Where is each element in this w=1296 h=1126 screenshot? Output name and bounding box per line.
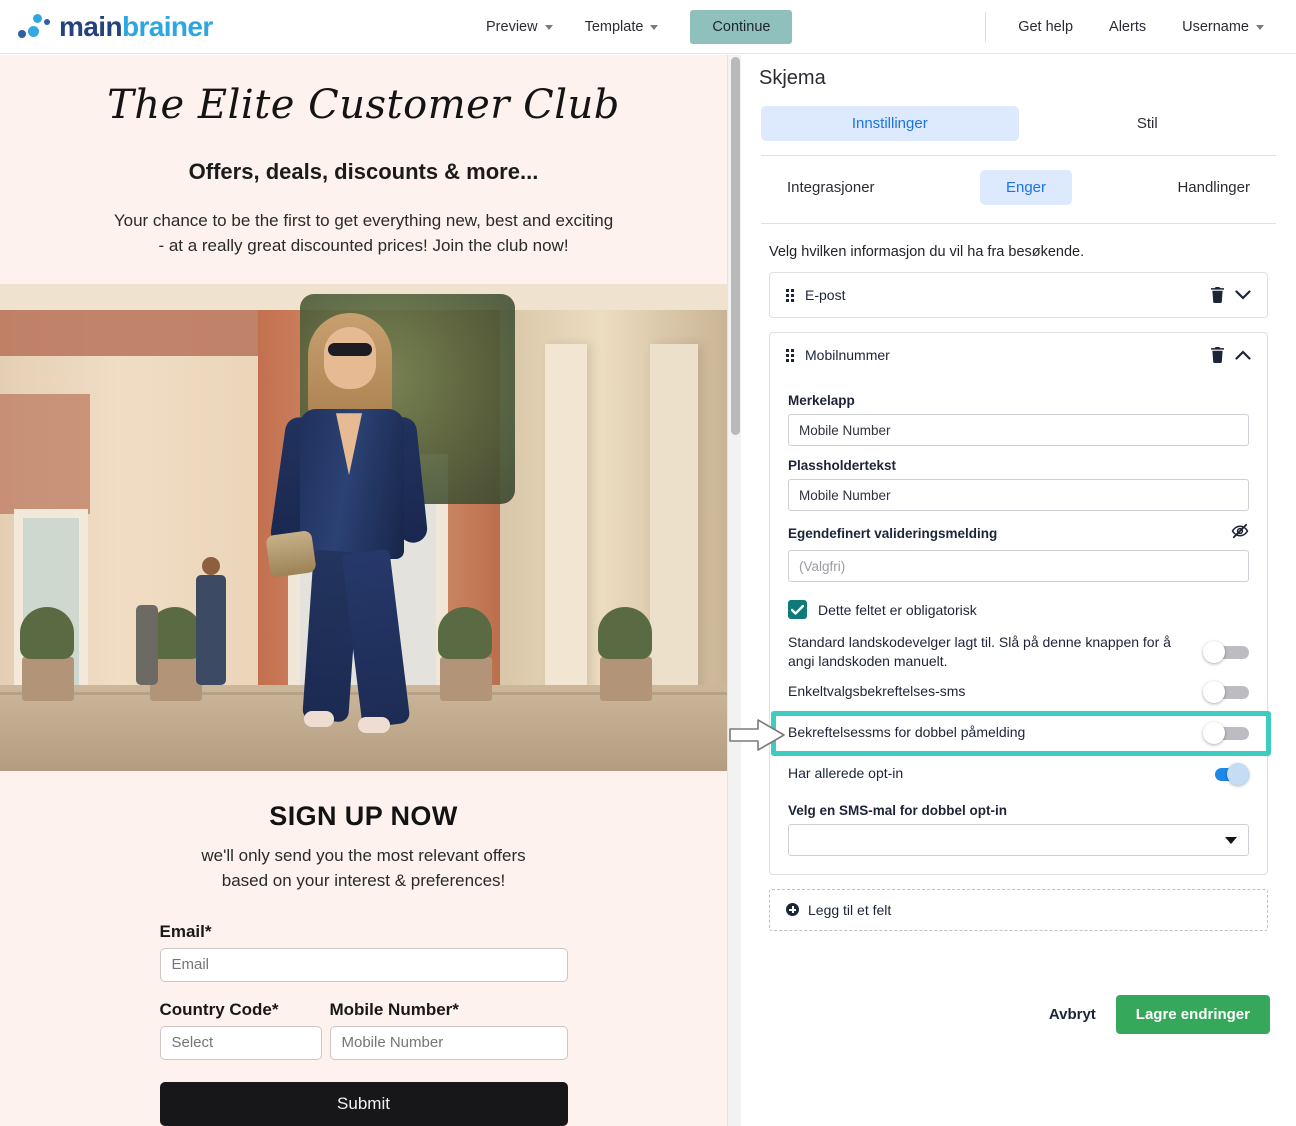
toggle-label-landskodevelger: Standard landskodevelger lagt til. Slå p… <box>788 634 1171 669</box>
drag-handle-icon[interactable] <box>786 288 794 302</box>
hero-section: The Elite Customer Club Offers, deals, d… <box>0 55 727 285</box>
logo-dots-icon <box>18 13 56 40</box>
toggle-label-enkeltvalg-sms: Enkeltvalgsbekreftelses-sms <box>788 683 966 700</box>
hero-title: The Elite Customer Club <box>107 82 620 128</box>
scrollbar-thumb[interactable] <box>731 57 740 435</box>
user-menu: Get help Alerts Username <box>985 0 1282 54</box>
main-tab-bar: Innstillinger Stil <box>761 106 1276 156</box>
toggle-label-dobbel-paamelding: Bekreftelsessms for dobbel påmelding <box>788 724 1026 741</box>
alerts-link[interactable]: Alerts <box>1091 0 1164 54</box>
hero-subtitle: Offers, deals, discounts & more... <box>188 159 539 184</box>
chevron-down-icon <box>544 24 553 30</box>
valideringsmelding-label: Egendefinert valideringsmelding <box>788 526 998 541</box>
menu-divider <box>985 12 987 42</box>
top-navigation-bar: mainbrainer Preview Template Continue Ge… <box>0 0 1296 54</box>
mainbrainer-logo[interactable]: mainbrainer <box>18 10 213 44</box>
continue-button[interactable]: Continue <box>690 10 793 44</box>
tab-integrasjoner[interactable]: Integrasjoner <box>761 170 901 205</box>
drag-handle-icon[interactable] <box>786 348 794 362</box>
get-help-link[interactable]: Get help <box>1000 0 1091 54</box>
toggle-har-allerede-optin[interactable] <box>1203 762 1249 785</box>
required-checkbox-row[interactable]: Dette feltet er obligatorisk <box>788 600 1249 619</box>
toggle-row-dobbel-paamelding: Bekreftelsessms for dobbel påmelding <box>788 713 1249 753</box>
menu-preview-label: Preview <box>486 19 538 35</box>
preview-email-label: Email* <box>159 921 212 941</box>
preview-mobile-number-input[interactable] <box>329 1025 568 1060</box>
preview-email-input[interactable] <box>159 947 568 982</box>
field-name-mobilnummer: Mobilnummer <box>805 347 890 363</box>
panel-footer-actions: Avbryt Lagre endringer <box>1029 995 1270 1034</box>
tab-stil[interactable]: Stil <box>1019 106 1277 141</box>
checkbox-checked-icon[interactable] <box>788 600 807 619</box>
plassholdertekst-label: Plassholdertekst <box>788 458 897 473</box>
hero-photo <box>0 284 727 772</box>
sms-mal-select[interactable] <box>788 823 1249 856</box>
landing-page-preview: The Elite Customer Club Offers, deals, d… <box>0 55 727 1126</box>
field-header-epost[interactable]: E-post <box>770 273 1267 317</box>
toggle-row-enkeltvalg-sms: Enkeltvalgsbekreftelses-sms <box>788 675 1249 709</box>
required-checkbox-label: Dette feltet er obligatorisk <box>818 601 977 618</box>
logo-text-main: main <box>59 10 123 42</box>
add-field-button[interactable]: Legg til et felt <box>769 888 1268 931</box>
toggle-label-har-allerede-optin: Har allerede opt-in <box>788 765 904 782</box>
panel-instruction: Velg hvilken informasjon du vil ha fra b… <box>769 244 1085 260</box>
plus-circle-icon <box>786 903 799 917</box>
menu-preview[interactable]: Preview <box>470 0 569 54</box>
merkelapp-input[interactable] <box>788 414 1249 446</box>
chevron-up-icon[interactable] <box>1235 349 1251 361</box>
trash-icon[interactable] <box>1210 347 1225 363</box>
preview-signup-form: Email* Country Code* Mobile Number* Subm… <box>159 921 568 1126</box>
signup-line-1: we'll only send you the most relevant of… <box>201 846 526 866</box>
signup-heading: SIGN UP NOW <box>269 801 458 832</box>
chevron-down-icon[interactable] <box>1235 289 1251 301</box>
panel-title: Skjema <box>759 67 826 89</box>
preview-country-code-label: Country Code* <box>159 999 279 1019</box>
field-card-mobilnummer: Mobilnummer Merkelapp Plassholdertekst E… <box>769 332 1268 875</box>
valideringsmelding-input[interactable] <box>788 550 1249 582</box>
main-menu: Preview Template Continue <box>470 0 793 54</box>
trash-icon[interactable] <box>1210 287 1225 303</box>
username-label: Username <box>1182 19 1249 35</box>
username-menu[interactable]: Username <box>1164 0 1282 54</box>
model-photo-subject <box>262 313 437 734</box>
form-settings-panel: Skjema Innstillinger Stil Integrasjoner … <box>741 55 1296 1126</box>
eye-slash-icon[interactable] <box>1231 523 1249 544</box>
save-changes-button[interactable]: Lagre endringer <box>1115 995 1270 1034</box>
add-field-label: Legg til et felt <box>808 901 892 918</box>
hero-body-line-1: Your chance to be the first to get every… <box>113 211 614 230</box>
cancel-button[interactable]: Avbryt <box>1029 1006 1116 1023</box>
field-name-epost: E-post <box>805 287 846 303</box>
chevron-down-icon <box>1225 836 1237 844</box>
menu-template-label: Template <box>584 19 644 35</box>
toggle-enkeltvalg-sms[interactable] <box>1203 680 1249 703</box>
preview-country-code-input[interactable] <box>159 1025 322 1060</box>
hero-body-line-2: - at a really great discounted prices! J… <box>158 235 569 255</box>
signup-section: SIGN UP NOW we'll only send you the most… <box>0 771 727 1126</box>
signup-line-2: based on your interest & preferences! <box>221 870 506 890</box>
merkelapp-label: Merkelapp <box>788 393 855 408</box>
sms-mal-label: Velg en SMS-mal for dobbel opt-in <box>788 802 1008 818</box>
preview-scrollbar[interactable] <box>727 55 741 1126</box>
chevron-down-icon <box>1256 24 1264 30</box>
field-card-epost: E-post <box>769 272 1268 318</box>
panel-body: Velg hvilken informasjon du vil ha fra b… <box>741 224 1296 875</box>
toggle-row-har-allerede-optin: Har allerede opt-in <box>788 757 1249 791</box>
preview-submit-button[interactable]: Submit <box>159 1081 568 1126</box>
tab-enger[interactable]: Enger <box>979 170 1073 205</box>
preview-mobile-number-label: Mobile Number* <box>329 999 459 1019</box>
tab-handlinger[interactable]: Handlinger <box>1151 170 1276 205</box>
sub-tab-bar: Integrasjoner Enger Handlinger <box>761 170 1276 224</box>
toggle-row-landskodevelger: Standard landskodevelger lagt til. Slå p… <box>788 633 1249 671</box>
toggle-landskodevelger[interactable] <box>1203 640 1249 663</box>
tab-innstillinger[interactable]: Innstillinger <box>761 106 1019 141</box>
field-body-mobilnummer: Merkelapp Plassholdertekst Egendefinert … <box>770 377 1267 874</box>
plassholdertekst-input[interactable] <box>788 479 1249 511</box>
chevron-down-icon <box>650 24 659 30</box>
toggle-dobbel-paamelding[interactable] <box>1203 721 1249 744</box>
menu-template[interactable]: Template <box>569 0 675 54</box>
logo-text-brainer: brainer <box>121 10 213 42</box>
field-header-mobilnummer[interactable]: Mobilnummer <box>770 333 1267 377</box>
